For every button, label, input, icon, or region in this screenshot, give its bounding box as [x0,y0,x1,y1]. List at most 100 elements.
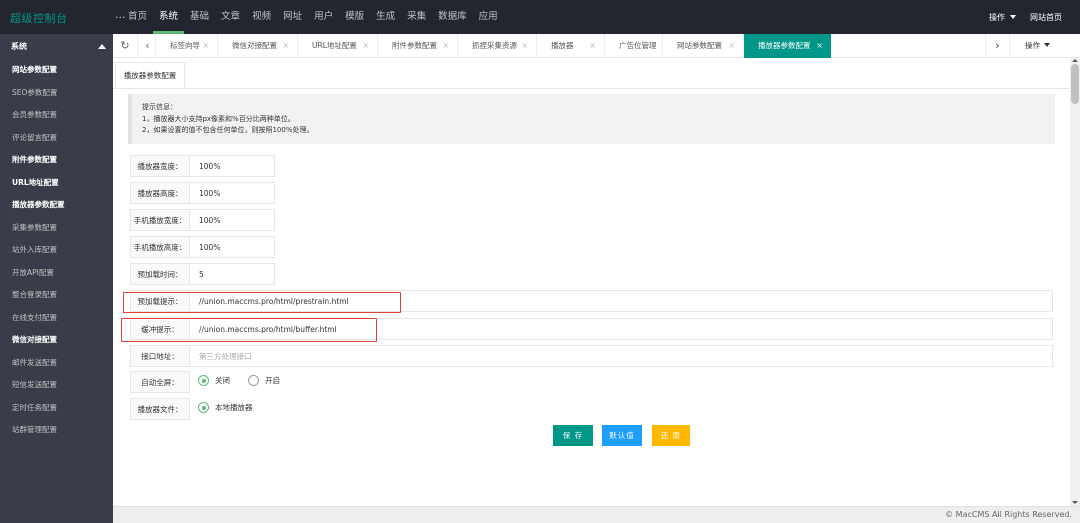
sidebar-item[interactable]: 会员参数配置 [0,104,113,127]
topnav-item[interactable]: 应用 [473,0,504,34]
sidebar-item[interactable]: 微信对接配置 [0,329,113,352]
topnav-item[interactable]: 首页 [122,0,153,34]
autofull-off-radio[interactable] [198,375,209,386]
footer: © MacCMS All Rights Reserved. [113,506,1080,523]
highlight-box-preload [123,292,401,313]
tab-item[interactable]: 标签向导 × [155,34,217,58]
sidebar-item[interactable]: 开放API配置 [0,262,113,285]
sidebar-item[interactable]: 采集参数配置 [0,217,113,240]
player-height-input[interactable]: 100% [189,182,275,204]
field-label: 预加载时间： [130,263,190,285]
tab-label: 抓捏采集资源 [472,41,517,50]
tab-label: 播放器 [551,41,574,50]
default-button[interactable]: 默认值 [602,425,642,446]
close-icon[interactable]: × [647,34,654,58]
tab-item[interactable]: 网站参数配置 × [662,34,743,58]
close-icon[interactable]: × [202,34,209,58]
tab-label: 附件参数配置 [392,41,437,50]
sidebar-list: 网站参数配置 SEO参数配置 会员参数配置 评论留言配置 附件参数配置 URL地址配置 播放… [0,59,113,442]
tip-box: 提示信息： 1，播放器大小支持px像素和%百分比两种单位。 2，如果设置的值不包… [128,94,1055,144]
sidebar-item[interactable]: URL地址配置 [0,172,113,195]
tab-scroll-right-icon[interactable]: › [985,34,1009,58]
tab-item[interactable]: 广告位管理 × [604,34,662,58]
topnav-item[interactable]: 生成 [370,0,401,34]
autofull-on-radio[interactable] [248,375,259,386]
close-icon[interactable]: × [521,34,528,58]
topnav-item[interactable]: 用户 [308,0,339,34]
sidebar-item[interactable]: 定时任务配置 [0,397,113,420]
api-url-input[interactable]: 第三方处理接口 [189,345,1053,367]
tip-line-2: 2，如果设置的值不包含任何单位，则按照100%处理。 [142,126,314,134]
topnav-item[interactable]: 视频 [246,0,277,34]
local-player-radio[interactable] [198,402,209,413]
tab-scroll-left-icon[interactable]: ‹ [137,34,157,58]
save-button[interactable]: 保 存 [553,425,593,446]
top-right-menu: 操作 网站首页 [989,0,1062,34]
sidebar-item[interactable]: 评论留言配置 [0,127,113,150]
field-label: 播放器高度： [130,182,190,204]
preload-time-input[interactable]: 5 [189,263,275,285]
close-icon[interactable]: × [589,34,596,58]
sidebar: 系统 网站参数配置 SEO参数配置 会员参数配置 评论留言配置 附件参数配置 URL地址配… [0,34,113,523]
tab-item[interactable]: 抓捏采集资源 × [457,34,536,58]
tab-item[interactable]: 附件参数配置 × [377,34,457,58]
tab-label: 播放器参数配置 [758,41,811,50]
topnav-item[interactable]: 数据库 [432,0,473,34]
topnav-item[interactable]: 基础 [184,0,215,34]
scroll-down-icon[interactable] [1072,501,1078,504]
content-tab-title[interactable]: 播放器参数配置 [115,62,185,88]
top-nav: 首页 系统 基础 文章 视频 网址 用户 模版 生成 采集 数据库 应用 [122,0,504,34]
tab-item[interactable]: URL地址配置 × [297,34,377,58]
sidebar-item[interactable]: SEO参数配置 [0,82,113,105]
app-logo[interactable]: 超级控制台 [10,10,68,26]
close-icon[interactable]: × [282,34,289,58]
mobile-width-input[interactable]: 100% [189,209,275,231]
field-label: 播放器宽度： [130,155,190,177]
main-content: 播放器参数配置 提示信息： 1，播放器大小支持px像素和%百分比两种单位。 2，… [113,58,1070,506]
radio-label-on[interactable]: 开启 [265,371,280,393]
tab-bar: ↻ ‹ › 操作 标签向导 × 微信对接配置 × URL地址配置 × 附件参数配置 × 抓捏采集… [113,34,1080,58]
sidebar-item[interactable]: 附件参数配置 [0,149,113,172]
close-icon[interactable]: × [728,34,735,58]
player-width-input[interactable]: 100% [189,155,275,177]
sidebar-item[interactable]: 短信发送配置 [0,374,113,397]
tab-item[interactable]: 播放器参数配置 × [743,34,831,58]
scroll-up-icon[interactable] [1072,59,1078,62]
site-home-link[interactable]: 网站首页 [1030,12,1062,23]
sidebar-item[interactable]: 站群管理配置 [0,419,113,442]
mobile-height-input[interactable]: 100% [189,236,275,258]
sidebar-item[interactable]: 邮件发送配置 [0,352,113,375]
collapse-up-icon [98,44,106,49]
sidebar-item[interactable]: 站外入库配置 [0,239,113,262]
tab-label: 网站参数配置 [677,41,722,50]
tab-item[interactable]: 微信对接配置 × [217,34,297,58]
tab-divider [113,88,1070,89]
tip-title: 提示信息： [142,103,177,111]
close-icon[interactable]: × [816,34,823,58]
sidebar-item[interactable]: 网站参数配置 [0,59,113,82]
topnav-item[interactable]: 系统 [153,0,185,34]
sidebar-item[interactable]: 播放器参数配置 [0,194,113,217]
tab-label: 标签向导 [170,41,200,50]
topnav-item[interactable]: 文章 [215,0,246,34]
topnav-item[interactable]: 采集 [401,0,432,34]
sidebar-item[interactable]: 整合登录配置 [0,284,113,307]
form-row-player-file: 播放器文件： 本地播放器 [130,398,330,420]
close-icon[interactable]: × [442,34,449,58]
vertical-scrollbar[interactable] [1070,58,1080,506]
refresh-icon[interactable]: ↻ [115,34,135,58]
reset-button[interactable]: 还 原 [652,425,690,446]
top-ops-menu[interactable]: 操作 [989,12,1005,23]
tab-label: 微信对接配置 [232,41,277,50]
scrollbar-thumb[interactable] [1071,64,1079,104]
tab-item[interactable]: 播放器 × [536,34,604,58]
topnav-item[interactable]: 模版 [339,0,370,34]
radio-label-local[interactable]: 本地播放器 [215,398,253,420]
sidebar-item[interactable]: 在线支付配置 [0,307,113,330]
tip-line-1: 1，播放器大小支持px像素和%百分比两种单位。 [142,114,295,123]
sidebar-section-header[interactable]: 系统 [0,34,113,59]
close-icon[interactable]: × [362,34,369,58]
topnav-item[interactable]: 网址 [277,0,308,34]
radio-label-off[interactable]: 关闭 [215,371,230,393]
tab-ops-menu[interactable]: 操作 [1009,34,1065,58]
